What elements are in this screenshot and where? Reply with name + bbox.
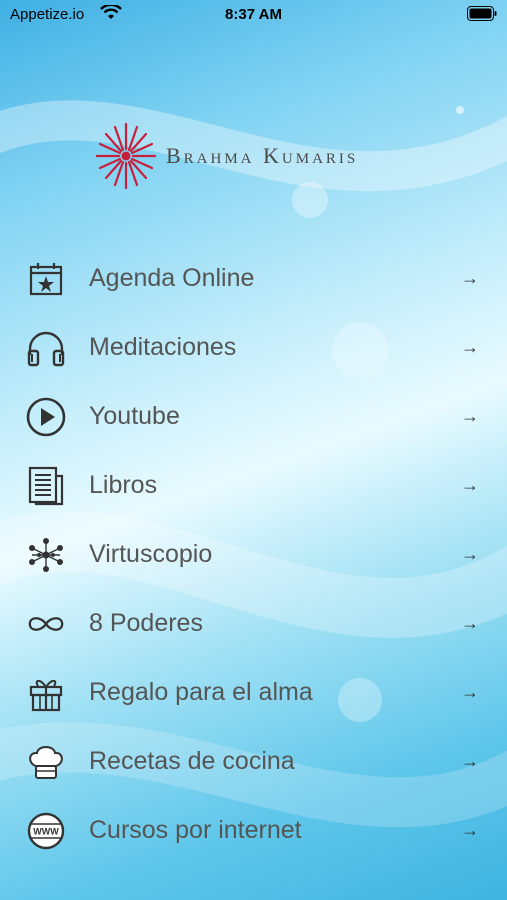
menu-item-label: Cursos por internet [89,816,302,844]
menu-item-youtube[interactable]: Youtube → [0,382,507,451]
infinity-icon [26,604,66,644]
arrow-right-icon: → [461,544,479,564]
menu-item-label: Meditaciones [89,333,237,361]
chef-hat-icon [26,742,66,782]
status-time: 8:37 AM [225,6,282,23]
document-icon [26,466,66,506]
menu-item-label: Virtuscopio [89,540,213,568]
calendar-star-icon [26,259,66,299]
arrow-right-icon: → [461,406,479,426]
menu-item-meditaciones[interactable]: Meditaciones → [0,313,507,382]
arrow-right-icon: → [461,820,479,840]
arrow-right-icon: → [461,613,479,633]
logo-sunburst-icon [96,122,156,190]
menu-item-8-poderes[interactable]: 8 Poderes → [0,589,507,658]
menu-item-label: Recetas de cocina [89,747,295,775]
menu-item-cursos-por-internet[interactable]: WWW Cursos por internet → [0,796,507,865]
gift-icon [26,673,66,713]
main-menu: Agenda Online → Meditaciones → Youtube → [0,244,507,865]
menu-item-label: Regalo para el alma [89,678,313,706]
headphones-icon [26,328,66,368]
menu-item-virtuscopio[interactable]: Virtuscopio → [0,520,507,589]
menu-item-label: Libros [89,471,158,499]
www-globe-icon: WWW [26,811,66,851]
arrow-right-icon: → [461,475,479,495]
arrow-right-icon: → [461,337,479,357]
arrow-right-icon: → [461,751,479,771]
brand-logo: Brahma Kumaris [96,118,358,194]
logo-text: Brahma Kumaris [166,143,359,168]
menu-item-regalo-para-el-alma[interactable]: Regalo para el alma → [0,658,507,727]
menu-item-label: Youtube [89,402,180,430]
play-circle-icon [26,397,66,437]
network-icon [26,535,66,575]
status-bar: Appetize.io 8:37 AM [0,0,507,32]
menu-item-recetas-de-cocina[interactable]: Recetas de cocina → [0,727,507,796]
battery-icon [467,6,497,25]
arrow-right-icon: → [461,682,479,702]
menu-item-label: Agenda Online [89,264,255,292]
arrow-right-icon: → [461,268,479,288]
menu-item-label: 8 Poderes [89,609,203,637]
menu-item-agenda-online[interactable]: Agenda Online → [0,244,507,313]
svg-text:WWW: WWW [33,826,59,836]
menu-item-libros[interactable]: Libros → [0,451,507,520]
